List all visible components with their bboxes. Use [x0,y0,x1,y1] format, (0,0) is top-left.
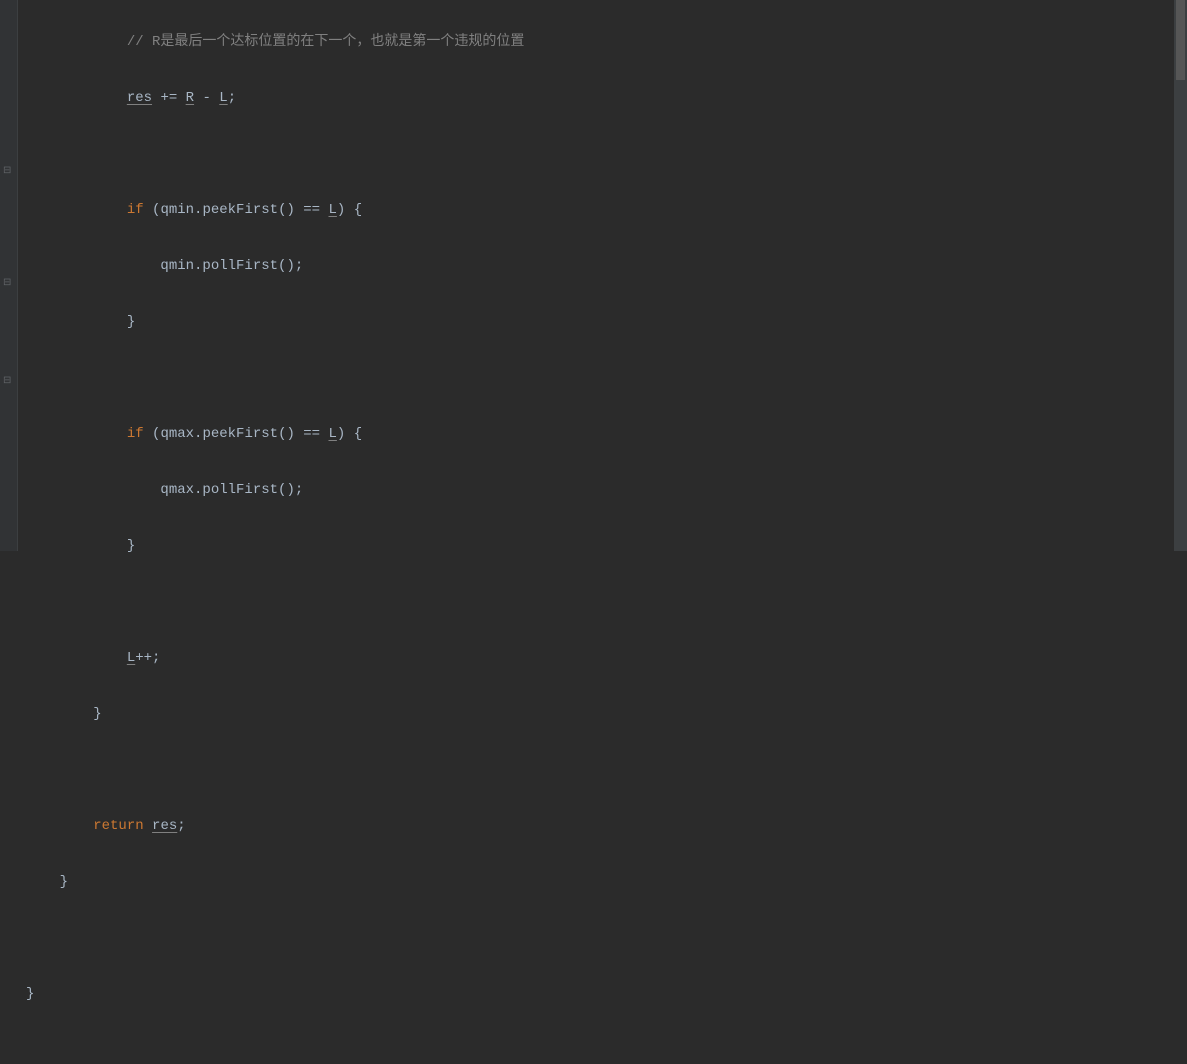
indent [26,650,127,666]
indent [26,482,160,498]
indent [26,874,60,890]
variable-L: L [328,202,336,218]
code-line: } [26,868,1173,896]
indent [26,818,93,834]
condition: (qmin.peekFirst() == [144,202,329,218]
variable-L: L [328,426,336,442]
brace-close: } [60,874,68,890]
code-line: } [26,532,1173,560]
code-line: // R是最后一个达标位置的在下一个，也就是第一个违规的位置 [26,28,1173,56]
operator: - [194,90,219,106]
code-line: L++; [26,644,1173,672]
variable-res: res [127,90,152,106]
code-line: return res; [26,812,1173,840]
code-line-empty [26,364,1173,392]
variable-R: R [186,90,194,106]
indent [26,258,160,274]
scrollbar-vertical[interactable] [1173,0,1187,551]
statement: qmax.pollFirst(); [160,482,303,498]
code-line-empty [26,756,1173,784]
scrollbar-thumb[interactable] [1176,0,1185,80]
brace-close: } [26,986,34,1002]
fold-marker-icon[interactable]: ⊟ [3,158,13,168]
code-line: } [26,980,1173,1008]
code-line-empty [26,924,1173,952]
indent [26,34,127,50]
space [144,818,152,834]
brace-close: } [127,314,135,330]
code-line: if (qmin.peekFirst() == L) { [26,196,1173,224]
code-line: } [26,308,1173,336]
indent [26,314,127,330]
code-line: if (qmax.peekFirst() == L) { [26,420,1173,448]
operator: += [152,90,186,106]
indent [26,90,127,106]
brace: ) { [337,202,362,218]
indent [26,426,127,442]
code-line: qmax.pollFirst(); [26,476,1173,504]
keyword-if: if [127,202,144,218]
indent [26,538,127,554]
comment: // R是最后一个达标位置的在下一个，也就是第一个违规的位置 [127,34,525,50]
variable-L: L [127,650,135,666]
code-line: qmin.pollFirst(); [26,252,1173,280]
statement: qmin.pollFirst(); [160,258,303,274]
code-line: } [26,700,1173,728]
fold-marker-icon[interactable]: ⊟ [3,270,13,280]
indent [26,706,93,722]
semicolon: ; [177,818,185,834]
semicolon: ; [228,90,236,106]
gutter: ⊟ ⊟ ⊟ [0,0,18,551]
code-area[interactable]: // R是最后一个达标位置的在下一个，也就是第一个违规的位置 res += R … [18,0,1173,551]
keyword-if: if [127,426,144,442]
brace-close: } [93,706,101,722]
operator: ++; [135,650,160,666]
keyword-return: return [93,818,143,834]
code-editor: ⊟ ⊟ ⊟ // R是最后一个达标位置的在下一个，也就是第一个违规的位置 res… [0,0,1187,551]
code-line-empty [26,140,1173,168]
variable-res: res [152,818,177,834]
fold-marker-icon[interactable]: ⊟ [3,368,13,378]
brace: ) { [337,426,362,442]
condition: (qmax.peekFirst() == [144,426,329,442]
brace-close: } [127,538,135,554]
variable-L: L [219,90,227,106]
code-line-empty [26,588,1173,616]
code-line: res += R - L; [26,84,1173,112]
indent [26,202,127,218]
